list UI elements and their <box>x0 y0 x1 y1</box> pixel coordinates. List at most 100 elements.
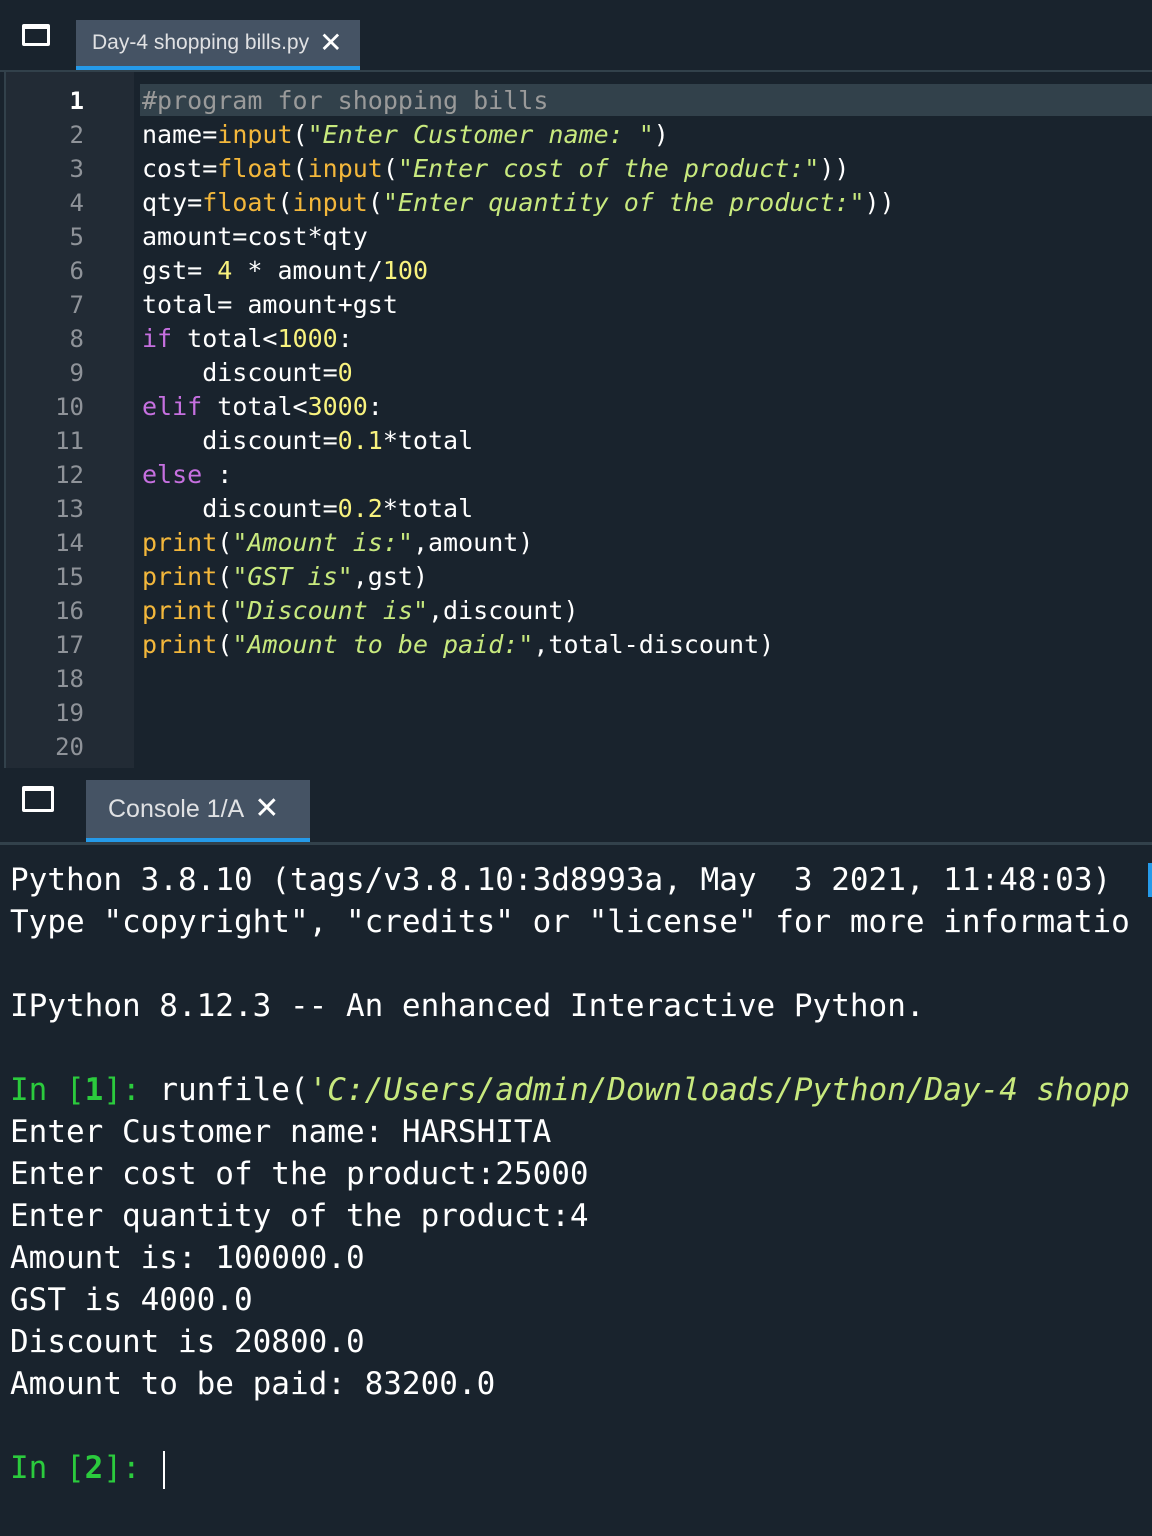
line-number: 3 <box>69 155 84 183</box>
console-output-line: Amount is: 100000.0 <box>10 1240 365 1276</box>
code-token: ( <box>277 188 293 217</box>
text-cursor <box>163 1450 166 1489</box>
code-token: ,total-discount) <box>533 630 775 659</box>
line-number: 8 <box>69 325 84 353</box>
code-token: else <box>142 460 203 489</box>
code-token: ,gst) <box>352 562 429 591</box>
code-token: )) <box>864 188 895 217</box>
code-line-5[interactable]: amount=cost*qty <box>142 220 368 254</box>
code-line-2[interactable]: name=input("Enter Customer name: ") <box>142 118 669 152</box>
line-number: 16 <box>55 597 84 625</box>
console-output-line: Enter cost of the product:25000 <box>10 1156 589 1192</box>
code-token: "Enter Customer name: " <box>307 120 654 149</box>
code-token: "GST is" <box>232 562 353 591</box>
prompt-text: In [ <box>10 1072 85 1108</box>
code-token: input <box>217 120 293 149</box>
code-token: 0 <box>337 358 353 387</box>
in-prompt: In [2]: <box>10 1450 159 1486</box>
close-icon[interactable]: ✕ <box>254 794 279 824</box>
code-token: "Enter quantity of the product:" <box>382 188 865 217</box>
code-token: 0.2 <box>337 494 383 523</box>
line-number: 5 <box>69 223 84 251</box>
code-token: "Discount is" <box>232 596 428 625</box>
code-line-16[interactable]: print("Discount is",discount) <box>142 594 579 628</box>
console-output-line: Discount is 20800.0 <box>10 1324 365 1360</box>
code-token: ( <box>217 630 233 659</box>
prompt-text: ]: <box>103 1072 160 1108</box>
line-number-gutter: 1 2 3 4 5 6 7 8 9 10 11 12 13 14 15 16 1… <box>6 72 134 768</box>
line-number: 6 <box>69 257 84 285</box>
line-number: 12 <box>55 461 84 489</box>
code-token: 100 <box>382 256 428 285</box>
code-token: )) <box>819 154 850 183</box>
code-line-1[interactable]: #program for shopping bills <box>142 84 548 118</box>
console-output-line: GST is 4000.0 <box>10 1282 253 1318</box>
code-token: input <box>292 188 368 217</box>
code-line-12[interactable]: else : <box>142 458 232 492</box>
code-line-14[interactable]: print("Amount is:",amount) <box>142 526 533 560</box>
code-token: if <box>142 324 173 353</box>
code-token: elif <box>142 392 203 421</box>
code-token: total< <box>202 392 308 421</box>
code-token: 3000 <box>307 392 368 421</box>
code-token: print <box>142 528 218 557</box>
comment: #program for shopping bills <box>142 86 549 115</box>
console-output-line: Enter quantity of the product:4 <box>10 1198 589 1234</box>
code-token: name= <box>142 120 218 149</box>
code-line-3[interactable]: cost=float(input("Enter cost of the prod… <box>142 152 849 186</box>
code-token: ( <box>292 154 308 183</box>
code-token: : <box>337 324 353 353</box>
code-token: discount= <box>142 358 338 387</box>
code-line-9[interactable]: discount=0 <box>142 356 353 390</box>
code-line-6[interactable]: gst= 4 * amount/100 <box>142 254 428 288</box>
line-number: 10 <box>55 393 84 421</box>
code-token: discount= <box>142 426 338 455</box>
line-number: 7 <box>69 291 84 319</box>
code-line-7[interactable]: total= amount+gst <box>142 288 398 322</box>
ipython-console[interactable]: Python 3.8.10 (tags/v3.8.10:3d8993a, May… <box>0 845 1152 1536</box>
code-token: input <box>307 154 383 183</box>
code-line-13[interactable]: discount=0.2*total <box>142 492 473 526</box>
code-token: total= amount+gst <box>142 290 398 319</box>
code-line-17[interactable]: print("Amount to be paid:",total-discoun… <box>142 628 774 662</box>
close-icon[interactable]: ✕ <box>319 29 342 57</box>
console-banner-line: Python 3.8.10 (tags/v3.8.10:3d8993a, May… <box>10 862 1112 898</box>
code-token: "Amount to be paid:" <box>232 630 534 659</box>
editor-tab-bar: Day-4 shopping bills.py ✕ <box>0 0 1152 72</box>
code-line-11[interactable]: discount=0.1*total <box>142 424 473 458</box>
console-output-line: Enter Customer name: HARSHITA <box>10 1114 552 1150</box>
code-token: ) <box>653 120 669 149</box>
code-line-15[interactable]: print("GST is",gst) <box>142 560 428 594</box>
prompt-text: In [ <box>10 1450 85 1486</box>
code-line-8[interactable]: if total<1000: <box>142 322 353 356</box>
line-number: 20 <box>55 733 84 761</box>
pane-options-icon[interactable] <box>22 24 50 46</box>
pane-options-icon[interactable] <box>22 786 54 812</box>
code-token: ( <box>382 154 398 183</box>
code-token: 1000 <box>277 324 338 353</box>
prompt-number: 1 <box>84 1072 104 1108</box>
console-tab-bar: Console 1/A ✕ <box>0 768 1152 844</box>
line-number: 17 <box>55 631 84 659</box>
code-editor[interactable]: 1 2 3 4 5 6 7 8 9 10 11 12 13 14 15 16 1… <box>4 72 1152 768</box>
prompt-text: ]: <box>103 1450 160 1486</box>
console-code: runfile( <box>159 1072 309 1108</box>
code-token: "Amount is:" <box>232 528 413 557</box>
tab-console-1a[interactable]: Console 1/A ✕ <box>86 780 310 842</box>
code-token: ,amount) <box>412 528 534 557</box>
prompt-number: 2 <box>84 1450 104 1486</box>
code-token: amount=cost*qty <box>142 222 368 251</box>
console-output-line: Amount to be paid: 83200.0 <box>10 1366 496 1402</box>
line-number: 15 <box>55 563 84 591</box>
code-line-10[interactable]: elif total<3000: <box>142 390 383 424</box>
code-token: *total <box>382 426 474 455</box>
code-token: discount= <box>142 494 338 523</box>
tab-day4-shopping-bills[interactable]: Day-4 shopping bills.py ✕ <box>76 20 360 70</box>
code-token: ,discount) <box>428 596 579 625</box>
console-input-1: In [1]: runfile('C:/Users/admin/Download… <box>10 1069 1130 1111</box>
code-token: cost= <box>142 154 218 183</box>
code-token: print <box>142 596 218 625</box>
console-input-2[interactable]: In [2]: <box>10 1447 166 1489</box>
code-line-4[interactable]: qty=float(input("Enter quantity of the p… <box>142 186 895 220</box>
line-number: 11 <box>55 427 84 455</box>
